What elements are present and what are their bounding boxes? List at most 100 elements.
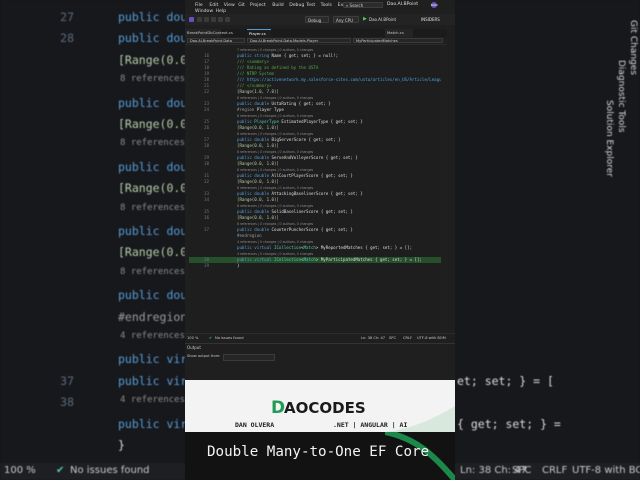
code-token: #endregion [237,233,262,238]
code-token: ServeAndVolleyerScore { get; set; } [271,155,358,160]
bg-code-line: [Range(0.0, [118,181,185,196]
code-token: /// NTRP System [237,71,274,76]
code-token: string [254,53,272,58]
brand-band: D AOCODES DAN OLVERA .NET | ANGULAR | AI [185,380,455,432]
code-token: > MyReportedMatches { get; set; } = []; [315,245,413,250]
menu-tools[interactable]: Tools [321,3,332,8]
redo-icon[interactable] [225,17,230,22]
code-token: virtual [254,245,274,250]
search-box[interactable]: ⌕ Search [343,2,383,8]
menu-project[interactable]: Project [250,3,266,8]
bg-code-line: [Range(0.0, [118,117,185,131]
nav-class[interactable]: Dao.AI.BreakPoint.Data.Models.Player [247,38,351,43]
start-target[interactable]: Dao.AI.BPoint [369,17,396,22]
output-source-label: Show output from: [187,354,221,358]
line-number: 39 [204,263,209,268]
code-line[interactable]: 39} [189,263,441,269]
bg-code-line: 4 references [120,395,185,406]
output-source-select[interactable] [223,354,275,361]
code-token: public [237,155,255,160]
bg-code-line: public doub [118,224,185,238]
code-token: public [237,191,255,196]
logo-word: AOCODES [284,399,366,417]
tab-player-cs[interactable]: Player.cs [247,29,271,37]
code-token: virtual [254,257,274,262]
search-placeholder: Search [349,3,364,8]
bg-line-number: 27 [60,10,74,24]
code-token: public [237,137,255,142]
tab-match-cs[interactable]: Match.cs [385,29,413,37]
code-token: /// https://activenetwork.my.salesforce-… [237,77,441,82]
code-token: CounterPuncherScore { get; set; } [271,227,353,232]
code-token: /// </summary> [237,83,272,88]
line-endings[interactable]: CRLF [403,335,412,341]
bg-code-line: [Range(0.0, [118,52,185,67]
tab-breakpointdbcontext-cs[interactable]: BreakPointDbContext.cs [185,29,233,37]
code-token: } [237,263,240,268]
code-token: double [254,101,272,106]
file-encoding[interactable]: UTF-8 with BOM [417,335,446,341]
video-caption: Double Many-to-One EF Core [207,444,430,460]
bg-check-icon: ✔ [56,465,65,476]
nav-project[interactable]: Dao.AI.BreakPoint.Data [187,38,245,43]
code-token: public [237,257,255,262]
bg-code-line: public doub [118,31,185,46]
bg-spc: SPC [512,465,532,476]
save-icon[interactable] [211,17,216,22]
vs-logo-icon [189,17,194,22]
code-token: double [254,191,272,196]
code-token: public [237,119,255,124]
code-token: public [237,101,255,106]
menu-test[interactable]: Test [306,3,315,8]
forward-icon[interactable] [204,17,209,22]
issues-status[interactable]: No issues found [215,335,244,341]
search-icon: ⌕ [346,3,349,8]
menu-edit[interactable]: Edit [209,3,218,8]
spacing-mode[interactable]: SPC [389,335,396,341]
bg-code-line: 8 references [120,202,185,213]
logo-letter: D [271,398,285,417]
menu-view[interactable]: View [224,3,235,8]
code-token: [Range(0.0, 1.0)] [237,161,279,166]
code-token: SolidBaselinerScore { get; set; } [271,209,353,214]
nav-member[interactable]: MyParticipatedMatches [353,38,443,43]
caption-band: Double Many-to-One EF Core [185,432,455,480]
code-token: public [237,173,255,178]
menu-build[interactable]: Build [272,3,284,8]
zoom-level[interactable]: 100 % [187,335,198,341]
insiders-badge: INSIDERS [421,17,440,22]
user-avatar[interactable]: DAO [431,2,438,8]
bg-crlf: CRLF [542,465,568,476]
menu-debug[interactable]: Debug [289,3,304,8]
bg-code-line: public doub [118,159,185,174]
back-icon[interactable] [197,17,202,22]
code-token: [Range(1.0, 7.0)] [237,89,279,94]
config-select[interactable]: Debug [305,16,329,23]
code-token: UstaRating { get; set; } [271,101,331,106]
undo-icon[interactable] [218,17,223,22]
code-editor[interactable]: 7 references | 0 changes | 0 authors, 0 … [189,45,441,331]
brand-swoosh [385,406,455,432]
daocodes-logo: D AOCODES [271,398,366,417]
code-token: public [237,209,255,214]
menu-file[interactable]: File [195,3,203,8]
code-token: Match [303,245,316,250]
caret-position[interactable]: Ln: 38 Ch: 47 [361,335,385,341]
bg-code-line: 8 references [120,74,185,85]
bg-code-line: } [118,438,125,452]
bg-rail-item: Diagnostic Tools [616,60,626,133]
document-tabs: BreakPointDbContext.cs Player.cs Match.cs [185,29,447,37]
bg-rail-item: Solution Explorer [604,100,614,177]
output-title: Output [187,345,201,350]
code-token: EstimatedPlayerType { get; set; } [281,119,363,124]
bg-code-line: public doub [118,95,185,110]
menu-git[interactable]: Git [238,3,245,8]
code-token: double [254,173,272,178]
bg-rail-item: Git Changes [628,20,638,76]
code-token: double [254,209,272,214]
code-token: ICollection [273,245,302,250]
code-token: Name { get; set; } = null!; [271,53,339,58]
platform-select[interactable]: Any CPU [333,16,359,23]
start-icon[interactable]: ▶ [363,16,367,22]
background-code-left: 27 public doub 28 public doub [Range(0.0, 8 r… [0,0,185,455]
